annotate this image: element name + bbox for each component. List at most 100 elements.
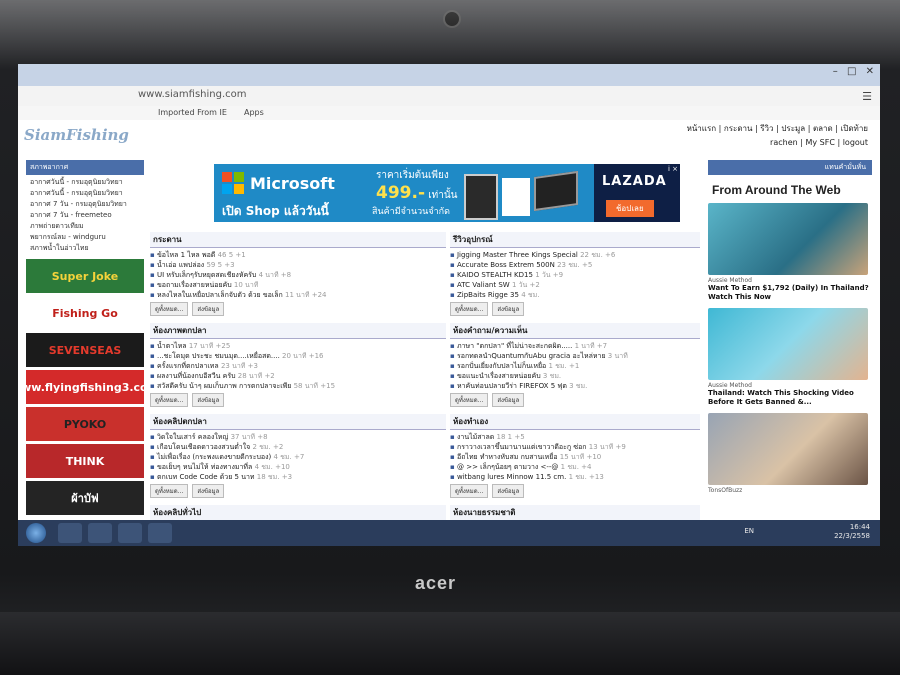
topic-title[interactable]: KAIDO STEALTH KD15 xyxy=(457,271,533,279)
section-title[interactable]: ห้องคำถาม/ความเห็น xyxy=(450,323,700,339)
topic-title[interactable]: วิดใจในเสาร์ คลองใหญ่ xyxy=(157,433,228,441)
nav-auction[interactable]: ประมูล xyxy=(781,124,805,133)
topic-row[interactable]: ▪ ขอแนะนำเรื่องสายหน่อยคับ 3 ชม. xyxy=(450,371,700,381)
weather-link[interactable]: พยากรณ์ลม - windguru xyxy=(30,232,140,243)
topic-title[interactable]: หาคันท่อนปลายวีร่า FIREFOX 5 ฟุต xyxy=(457,382,567,390)
ie-icon[interactable] xyxy=(58,523,82,543)
topic-title[interactable]: ไม่เพื่อเรื่อง (กระพงแดงขายดีกระบอง) xyxy=(157,453,271,461)
section-title[interactable]: ห้องนายธรรมชาติ xyxy=(450,505,700,521)
submit-button[interactable]: ส่งข้อมูล xyxy=(192,484,225,498)
view-all-button[interactable]: ดูทั้งหมด... xyxy=(450,484,489,498)
topic-title[interactable]: ภาษา "ตกปลา" ที่ไม่น่าจะสะกดผิด..... xyxy=(457,342,572,350)
section-title[interactable]: ห้องคลิปทั่วไป xyxy=(150,505,446,521)
minimize-icon[interactable]: – xyxy=(833,66,838,77)
submit-button[interactable]: ส่งข้อมูล xyxy=(492,393,525,407)
weather-link[interactable]: อากาศวันนี้ - กรมอุตุนิยมวิทยา xyxy=(30,177,140,188)
topic-row[interactable]: ▪ ไม่เพื่อเรื่อง (กระพงแดงขายดีกระบอง) 4… xyxy=(150,452,446,462)
view-all-button[interactable]: ดูทั้งหมด... xyxy=(150,302,189,316)
topic-row[interactable]: ▪ งานไม้สาลด 18 1 +5 xyxy=(450,432,700,442)
topic-row[interactable]: ▪ กราวางเวลาขึ้นมานานแต่เขาวาดีอะกู ซ่อก… xyxy=(450,442,700,452)
promo-item[interactable]: Aussie Method Want To Earn $1,792 (Daily… xyxy=(708,203,872,302)
topic-title[interactable]: ...ชะโดมุด ประชะ ชมนมุด....เหยื่อสด.... xyxy=(157,352,280,360)
section-title[interactable]: ห้องภาพตกปลา xyxy=(150,323,446,339)
topic-title[interactable]: อีถไทย ทำหางหับสม กบสานเหยื่อ xyxy=(457,453,558,461)
nav-review[interactable]: รีวิว xyxy=(760,124,773,133)
topic-title[interactable]: ขอเย็บๆ หนไม่ให้ ท่องทางมาที่ล xyxy=(157,463,252,471)
close-icon[interactable]: ✕ xyxy=(866,66,874,77)
view-all-button[interactable]: ดูทั้งหมด... xyxy=(450,302,489,316)
sponsor-banner[interactable]: Fishing Go xyxy=(26,296,144,330)
topic-title[interactable]: witbang lures Minnow 11.5 cm. xyxy=(457,473,566,481)
nav-trunk[interactable]: เปิดท้าย xyxy=(841,124,868,133)
address-bar[interactable]: www.siamfishing.com ☰ xyxy=(18,86,880,106)
sponsor-banner[interactable]: ผ้าบัฟ xyxy=(26,481,144,515)
topic-row[interactable]: ▪ ZipBaits Rigge 35 4 ชม. xyxy=(450,290,700,300)
logout-link[interactable]: logout xyxy=(843,138,868,147)
topic-title[interactable]: UI หรับเล็กๆรับหยุดสดเชียงหัครับ xyxy=(157,271,256,279)
topic-title[interactable]: Jigging Master Three Kings Special xyxy=(457,251,578,259)
topic-title[interactable]: ข้อไหล 1 ไหล พอดี xyxy=(157,251,215,259)
topic-title[interactable]: รอกปั่นเยี่ยงกับปลาไม่ก็นเหยื่อ xyxy=(457,362,546,370)
view-all-button[interactable]: ดูทั้งหมด... xyxy=(150,393,189,407)
nav-home[interactable]: หน้าแรก xyxy=(687,124,717,133)
user-name[interactable]: rachen xyxy=(770,138,798,147)
topic-row[interactable]: ▪ ขอเย็บๆ หนไม่ให้ ท่องทางมาที่ล 4 ชม. +… xyxy=(150,462,446,472)
topic-row[interactable]: ▪ Accurate Boss Extrem 500N 23 ชม. +5 xyxy=(450,260,700,270)
url-text[interactable]: www.siamfishing.com xyxy=(138,89,247,100)
promo-image[interactable] xyxy=(708,203,868,275)
topic-title[interactable]: ผลงานที่น้องกบอีสวีน ครับ xyxy=(157,372,236,380)
topic-row[interactable]: ▪ อีถไทย ทำหางหับสม กบสานเหยื่อ 15 นาที … xyxy=(450,452,700,462)
menu-icon[interactable]: ☰ xyxy=(862,90,872,103)
lazada-panel[interactable]: LAZADA ช้อปเลย i × xyxy=(594,164,680,222)
submit-button[interactable]: ส่งข้อมูล xyxy=(492,302,525,316)
topic-row[interactable]: ▪ ครั้งแรกที่ตกปลาเทล 23 นาที +3 xyxy=(150,361,446,371)
topic-title[interactable]: รอกทดลนำQuantumกับAbu gracia อะไหล่หาย xyxy=(457,352,606,360)
promo-image[interactable] xyxy=(708,413,868,485)
sponsor-banner[interactable]: SEVENSEAS xyxy=(26,333,144,367)
maximize-icon[interactable]: □ xyxy=(847,66,856,77)
section-title[interactable]: กระดาน xyxy=(150,232,446,248)
bookmark-imported[interactable]: Imported From IE xyxy=(158,108,227,117)
topic-title[interactable]: น้ำเอ่อ แพปล่อง xyxy=(157,261,204,269)
topic-row[interactable]: ▪ น้ำเอ่อ แพปล่อง 59 5 +3 xyxy=(150,260,446,270)
weather-link[interactable]: ภาพถ่ายดาวเทียม xyxy=(30,221,140,232)
nav-market[interactable]: ตลาด xyxy=(813,124,833,133)
topic-title[interactable]: ตกเบท Code Code ด้วย 5 นาท xyxy=(157,473,255,481)
submit-button[interactable]: ส่งข้อมูล xyxy=(192,393,225,407)
topic-row[interactable]: ▪ น้ำตาไหล 17 นาที +25 xyxy=(150,341,446,351)
shop-now-button[interactable]: ช้อปเลย xyxy=(606,200,654,217)
topic-title[interactable]: น้ำตาไหล xyxy=(157,342,187,350)
topic-row[interactable]: ▪ ภาษา "ตกปลา" ที่ไม่น่าจะสะกดผิด..... 1… xyxy=(450,341,700,351)
topic-row[interactable]: ▪ KAIDO STEALTH KD15 1 วัน +9 xyxy=(450,270,700,280)
ad-close-icon[interactable]: i × xyxy=(668,165,678,173)
topic-row[interactable]: ▪ ตกเบท Code Code ด้วย 5 นาท 18 ชม. +3 xyxy=(150,472,446,482)
topic-row[interactable]: ▪ ผลงานที่น้องกบอีสวีน ครับ 28 นาที +2 xyxy=(150,371,446,381)
weather-link[interactable]: อากาศ 7 วัน - freemeteo xyxy=(30,210,140,221)
section-title[interactable]: ห้องคลิปตกปลา xyxy=(150,414,446,430)
folder-icon[interactable] xyxy=(118,523,142,543)
topic-row[interactable]: ▪ เกือบโดนเชือดดาวองสวนต่ำใจ 2 ชม. +2 xyxy=(150,442,446,452)
topic-row[interactable]: ▪ รอกปั่นเยี่ยงกับปลาไม่ก็นเหยื่อ 1 ชม. … xyxy=(450,361,700,371)
section-title[interactable]: ห้องทำเอง xyxy=(450,414,700,430)
promo-headline[interactable]: Thailand: Watch This Shocking Video Befo… xyxy=(708,389,872,407)
bookmark-apps[interactable]: Apps xyxy=(244,108,264,117)
topic-title[interactable]: ครั้งแรกที่ตกปลาเทล xyxy=(157,362,219,370)
sponsor-banner[interactable]: www.flyingfishing3.com xyxy=(18,370,159,404)
weather-link[interactable]: อากาศวันนี้ - กรมอุตุนิยมวิทยา xyxy=(30,188,140,199)
view-all-button[interactable]: ดูทั้งหมด... xyxy=(150,484,189,498)
promo-item[interactable]: Aussie Method Thailand: Watch This Shock… xyxy=(708,308,872,407)
topic-row[interactable]: ▪ ขอถามเรื่องสายหน่อยคับ 10 นาที xyxy=(150,280,446,290)
system-clock[interactable]: 16:44 22/3/2558 xyxy=(834,523,870,541)
topic-row[interactable]: ▪ Jigging Master Three Kings Special 22 … xyxy=(450,250,700,260)
topic-title[interactable]: Accurate Boss Extrem 500N xyxy=(457,261,555,269)
weather-link[interactable]: อากาศ 7 วัน - กรมอุตุนิยมวิทยา xyxy=(30,199,140,210)
sponsor-banner[interactable]: PYOKO xyxy=(26,407,144,441)
chrome-icon[interactable] xyxy=(88,523,112,543)
topic-row[interactable]: ▪ witbang lures Minnow 11.5 cm. 1 ชม. +1… xyxy=(450,472,700,482)
topic-title[interactable]: ขอถามเรื่องสายหน่อยคับ xyxy=(157,281,232,289)
media-player-icon[interactable] xyxy=(148,523,172,543)
topic-row[interactable]: ▪ UI หรับเล็กๆรับหยุดสดเชียงหัครับ 4 นาท… xyxy=(150,270,446,280)
view-all-button[interactable]: ดูทั้งหมด... xyxy=(450,393,489,407)
topic-row[interactable]: ▪ สวัสดีครับ น้าๆ ผมเก็บภาพ การตกปลาจะเพ… xyxy=(150,381,446,391)
submit-button[interactable]: ส่งข้อมูล xyxy=(192,302,225,316)
